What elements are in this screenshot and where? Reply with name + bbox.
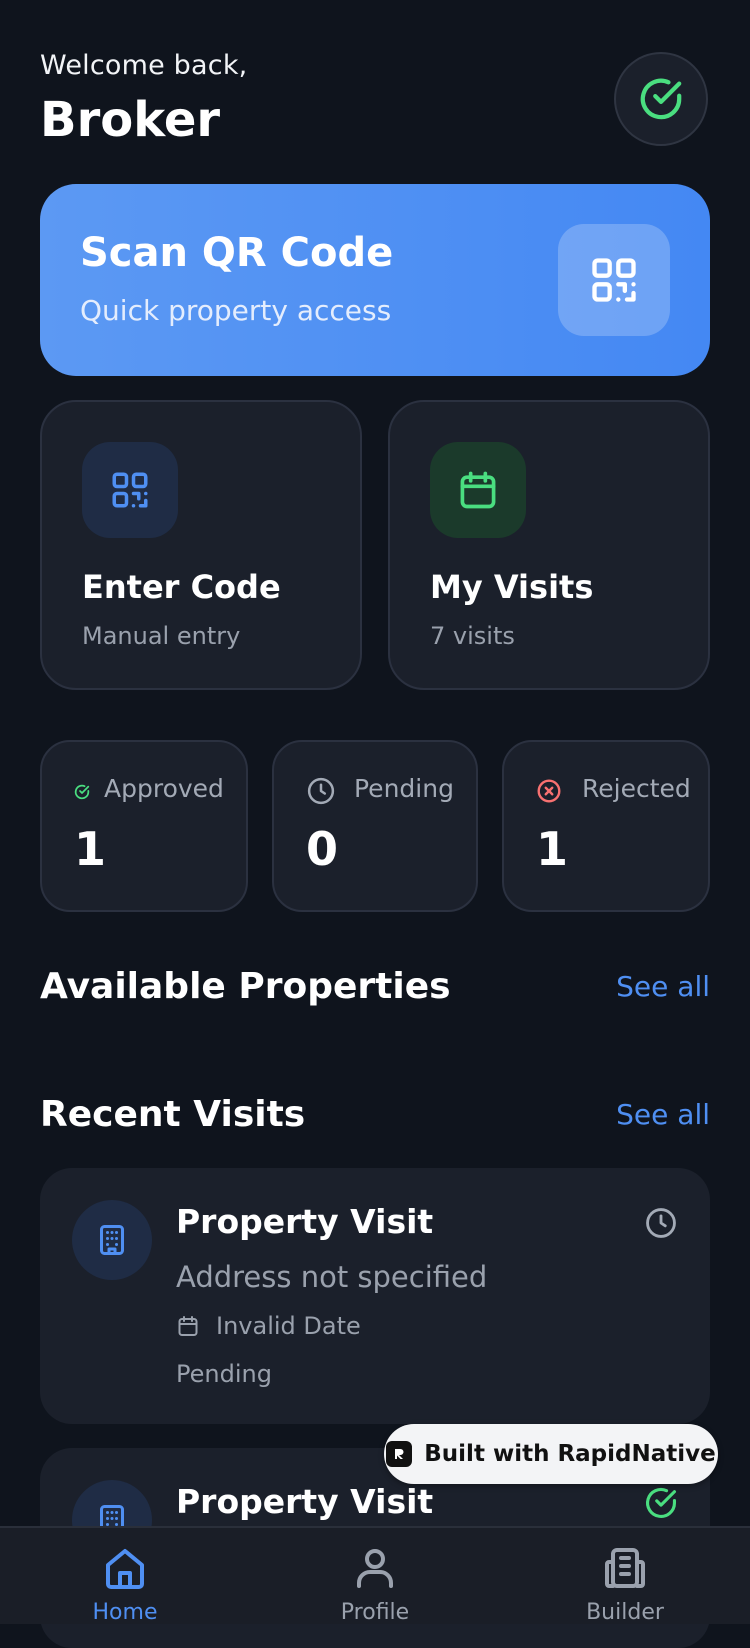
visit-card[interactable]: Property Visit Address not specified Inv… bbox=[40, 1168, 710, 1424]
check-circle-icon bbox=[645, 1487, 677, 1518]
recent-visits-title: Recent Visits bbox=[40, 1094, 306, 1135]
status-button[interactable] bbox=[614, 52, 708, 146]
welcome-text: Welcome back, bbox=[40, 50, 248, 81]
enter-code-title: Enter Code bbox=[82, 568, 281, 606]
my-visits-icon-box bbox=[430, 442, 526, 538]
stat-pending-label: Pending bbox=[354, 774, 454, 803]
rapidnative-logo-icon bbox=[386, 1441, 413, 1467]
building-icon bbox=[605, 1548, 645, 1588]
clock-icon bbox=[646, 1208, 676, 1238]
my-visits-subtitle: 7 visits bbox=[430, 622, 515, 650]
user-name: Broker bbox=[40, 92, 221, 148]
available-see-all-link[interactable]: See all bbox=[616, 970, 710, 1003]
stat-rejected-value: 1 bbox=[536, 822, 569, 876]
nav-item-home[interactable]: Home bbox=[45, 1544, 205, 1625]
visit-status: Pending bbox=[176, 1360, 272, 1388]
enter-code-icon-box bbox=[82, 442, 178, 538]
stat-rejected[interactable]: Rejected 1 bbox=[502, 740, 710, 912]
my-visits-title: My Visits bbox=[430, 568, 594, 606]
scan-qr-title: Scan QR Code bbox=[80, 230, 394, 276]
nav-label-profile: Profile bbox=[340, 1600, 410, 1625]
check-circle-icon bbox=[74, 784, 90, 800]
built-with-badge[interactable]: Built with RapidNative bbox=[384, 1424, 718, 1484]
stat-rejected-label: Rejected bbox=[582, 774, 691, 803]
enter-code-subtitle: Manual entry bbox=[82, 622, 241, 650]
stat-approved-label: Approved bbox=[104, 774, 224, 803]
nav-label-home: Home bbox=[92, 1600, 158, 1625]
stat-approved[interactable]: Approved 1 bbox=[40, 740, 248, 912]
visit-title: Property Visit bbox=[176, 1482, 434, 1521]
available-properties-title: Available Properties bbox=[40, 966, 451, 1007]
scan-qr-subtitle: Quick property access bbox=[80, 294, 392, 327]
x-circle-icon bbox=[537, 779, 561, 803]
nav-item-builder[interactable]: Builder bbox=[545, 1544, 705, 1625]
nav-item-profile[interactable]: Profile bbox=[295, 1544, 455, 1625]
nav-label-builder: Builder bbox=[586, 1600, 664, 1625]
stat-pending-value: 0 bbox=[306, 822, 339, 876]
check-circle-icon bbox=[640, 78, 682, 120]
recent-see-all-link[interactable]: See all bbox=[616, 1098, 710, 1131]
clock-icon bbox=[307, 777, 335, 805]
stat-approved-value: 1 bbox=[74, 822, 107, 876]
built-with-text: Built with RapidNative bbox=[424, 1441, 716, 1467]
stat-pending[interactable]: Pending 0 bbox=[272, 740, 478, 912]
qr-code-icon bbox=[592, 258, 636, 302]
home-icon bbox=[106, 1549, 144, 1589]
visit-icon-circle bbox=[72, 1200, 152, 1280]
qr-code-icon bbox=[112, 472, 148, 508]
my-visits-card[interactable]: My Visits 7 visits bbox=[388, 400, 710, 690]
visit-date: Invalid Date bbox=[216, 1312, 361, 1340]
bottom-nav: Home Profile Builder bbox=[0, 1526, 750, 1625]
calendar-icon bbox=[460, 471, 496, 509]
building-icon bbox=[100, 1225, 124, 1255]
user-icon bbox=[357, 1549, 393, 1588]
enter-code-card[interactable]: Enter Code Manual entry bbox=[40, 400, 362, 690]
visit-title: Property Visit bbox=[176, 1202, 434, 1241]
visit-address: Address not specified bbox=[176, 1260, 488, 1294]
scan-qr-icon-box[interactable] bbox=[558, 224, 670, 336]
calendar-icon bbox=[178, 1316, 198, 1336]
